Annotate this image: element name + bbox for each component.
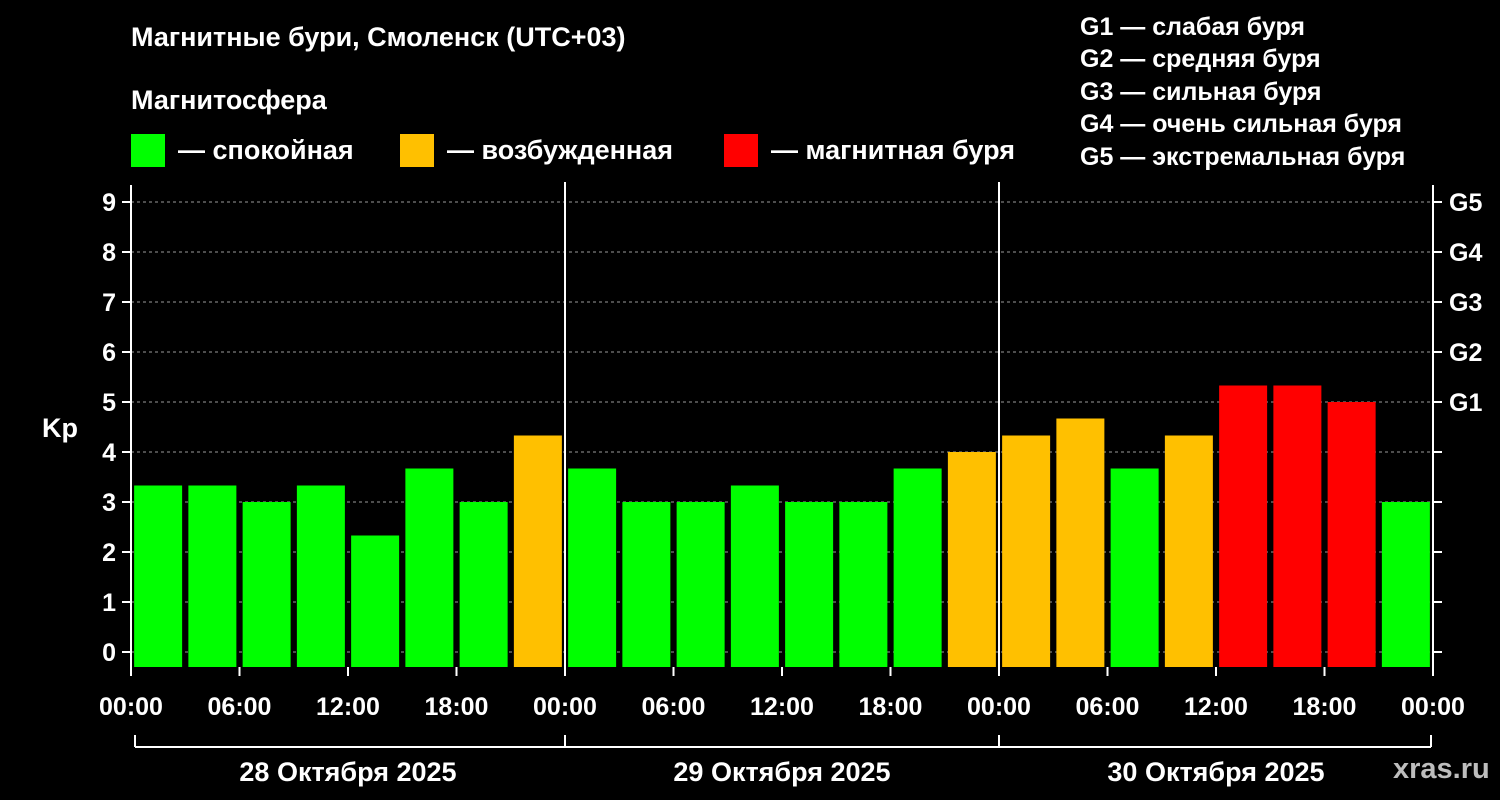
y-axis-label: Kp xyxy=(42,413,78,443)
kp-bar-chart: 0 1 2 3 4 5 6 7 8 9 G1 G2 G3 G4 G5 Kp 00:00 06:00 12:00 18:… xyxy=(42,182,1482,787)
x-tick-label: 00:00 xyxy=(533,693,597,721)
bar xyxy=(730,485,779,667)
bar xyxy=(622,502,671,667)
g-level-label: G3 xyxy=(1449,289,1482,317)
bar xyxy=(296,485,345,667)
bar xyxy=(134,485,183,667)
bar xyxy=(1219,385,1268,667)
bar xyxy=(1110,468,1159,667)
y-tick-label: 0 xyxy=(102,639,116,667)
x-tick-label: 00:00 xyxy=(99,693,163,721)
y-tick-label: 9 xyxy=(102,189,116,217)
x-tick-label: 12:00 xyxy=(316,693,380,721)
x-tick-label: 18:00 xyxy=(425,693,489,721)
x-tick-label: 12:00 xyxy=(750,693,814,721)
bar xyxy=(1056,418,1105,667)
bar xyxy=(676,502,725,667)
x-tick-label: 06:00 xyxy=(208,693,272,721)
bar xyxy=(405,468,454,667)
bar xyxy=(351,535,400,667)
bar xyxy=(459,502,508,667)
bar xyxy=(1327,402,1376,667)
y-tick-label: 5 xyxy=(102,389,116,417)
day-label: 30 Октября 2025 xyxy=(1107,757,1324,787)
bar xyxy=(1273,385,1322,667)
bar xyxy=(785,502,834,667)
y-tick-label: 6 xyxy=(102,339,116,367)
x-tick-label: 06:00 xyxy=(1076,693,1140,721)
g-level-label: G4 xyxy=(1449,239,1482,267)
y-tick-label: 7 xyxy=(102,289,116,317)
y-tick-label: 4 xyxy=(102,439,116,467)
y-tick-label: 1 xyxy=(102,589,116,617)
y-tick-label: 2 xyxy=(102,539,116,567)
x-tick-label: 18:00 xyxy=(859,693,923,721)
g-level-label: G1 xyxy=(1449,389,1482,417)
bar xyxy=(1381,502,1430,667)
bar xyxy=(568,468,617,667)
day-label: 28 Октября 2025 xyxy=(239,757,456,787)
x-tick-label: 18:00 xyxy=(1293,693,1357,721)
page: Магнитные бури, Смоленск (UTC+03) Магнит… xyxy=(0,0,1500,800)
y-tick-label: 3 xyxy=(102,489,116,517)
watermark: xras.ru xyxy=(1393,753,1490,785)
bars xyxy=(134,385,1430,667)
y-tick-label: 8 xyxy=(102,239,116,267)
bar xyxy=(513,435,562,667)
bar xyxy=(839,502,888,667)
bar xyxy=(893,468,942,667)
x-tick-label: 00:00 xyxy=(967,693,1031,721)
x-tick-label: 06:00 xyxy=(642,693,706,721)
bar xyxy=(1002,435,1051,667)
day-label: 29 Октября 2025 xyxy=(673,757,890,787)
g-level-label: G5 xyxy=(1449,189,1482,217)
g-level-label: G2 xyxy=(1449,339,1482,367)
bar xyxy=(1164,435,1213,667)
x-tick-label: 12:00 xyxy=(1184,693,1248,721)
bar xyxy=(188,485,237,667)
x-tick-label: 00:00 xyxy=(1401,693,1465,721)
bar xyxy=(947,452,996,667)
bar xyxy=(242,502,291,667)
